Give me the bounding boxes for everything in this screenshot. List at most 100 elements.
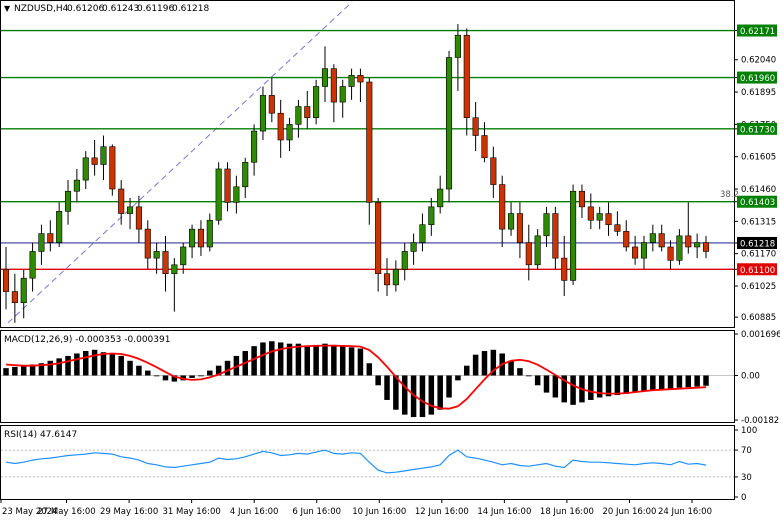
macd-histogram-bar xyxy=(375,375,381,386)
x-tick-label: 12 Jun 16:00 xyxy=(415,507,469,517)
macd-histogram-bar xyxy=(667,375,674,389)
macd-histogram-bar xyxy=(552,375,559,398)
rsi-y-tick-label: 30 xyxy=(741,473,752,483)
macd-histogram-bar xyxy=(304,346,311,376)
rsi-pane-frame xyxy=(0,425,735,500)
y-tick-label: 0.60885 xyxy=(741,313,776,323)
candle-body xyxy=(623,231,630,248)
macd-histogram-bar xyxy=(481,351,488,376)
macd-histogram-bar xyxy=(339,346,346,376)
candle-body xyxy=(632,246,639,259)
macd-histogram-bar xyxy=(401,375,408,415)
macd-histogram-bar xyxy=(56,358,62,376)
macd-histogram-bar xyxy=(632,375,638,393)
y-tick-label: 0.61895 xyxy=(741,88,776,98)
candle-body xyxy=(490,157,497,185)
chart-root: ▼ NZDUSD,H4 0.61206 0.61243 0.61196 0.61… xyxy=(0,0,780,517)
candle-body xyxy=(534,235,541,266)
macd-histogram-bar xyxy=(109,353,116,376)
candle-body xyxy=(295,106,302,125)
candle-body xyxy=(109,146,116,190)
candle-body xyxy=(578,190,585,208)
candle-body xyxy=(330,68,337,103)
level-price-label: 0.61730 xyxy=(740,125,775,135)
fib-label: 38.2 xyxy=(720,190,739,200)
candle-body xyxy=(153,251,160,259)
macd-histogram-bar xyxy=(313,344,319,376)
macd-histogram-bar xyxy=(641,375,647,392)
x-tick-label: 14 Jun 16:00 xyxy=(477,507,531,517)
candle-body xyxy=(304,106,311,118)
macd-histogram-bar xyxy=(472,354,479,376)
candle-body xyxy=(375,202,382,275)
level-price-label: 0.61100 xyxy=(740,266,775,276)
rsi-y-tick-label: 70 xyxy=(741,446,752,456)
macd-histogram-bar xyxy=(153,375,160,377)
macd-histogram-bar xyxy=(588,375,594,400)
candle-body xyxy=(419,224,426,243)
macd-histogram-bar xyxy=(251,346,257,376)
candle-body xyxy=(525,242,532,266)
rsi-y-tick-label: 100 xyxy=(741,426,757,436)
macd-histogram-bar xyxy=(650,375,656,391)
macd-histogram-bar xyxy=(428,375,435,415)
macd-histogram-bar xyxy=(534,375,541,386)
x-axis: 23 May 202427 May 16:00 29 May 16:00 31 Ma… xyxy=(0,499,712,517)
candle-body xyxy=(215,168,222,221)
candle-body xyxy=(91,157,98,165)
macd-histogram-bar xyxy=(623,375,629,394)
x-tick-label: 29 May 16:00 xyxy=(100,507,158,517)
header-open: 0.61206 xyxy=(67,4,104,14)
macd-histogram-bar xyxy=(517,368,523,376)
level-price-label: 0.62171 xyxy=(740,27,775,37)
candle-body xyxy=(357,75,364,83)
candle-body xyxy=(428,206,435,225)
candle-body xyxy=(508,213,515,230)
candle-body xyxy=(162,251,169,275)
macd-histogram-bar xyxy=(508,360,514,376)
macd-histogram-bar xyxy=(357,348,364,376)
candle-body xyxy=(383,273,391,286)
macd-histogram-bar xyxy=(570,375,576,405)
macd-histogram-bar xyxy=(685,375,692,388)
candle-body xyxy=(516,213,523,243)
candle-body xyxy=(614,224,621,232)
header-arrow-icon[interactable]: ▼ xyxy=(4,4,11,13)
x-tick-label: 10 Jun 16:00 xyxy=(352,507,406,517)
y-tick-label: 0.62040 xyxy=(741,56,776,66)
macd-histogram-bar xyxy=(366,363,373,376)
macd-histogram-bar xyxy=(543,375,550,393)
y-tick-label: 0.61460 xyxy=(741,185,776,195)
macd-histogram-bar xyxy=(47,360,54,376)
candle-body xyxy=(251,130,258,163)
candle-body xyxy=(135,206,142,230)
macd-histogram-bar xyxy=(393,375,399,410)
level-price-label: 0.61218 xyxy=(740,239,775,249)
candle-body xyxy=(587,206,594,221)
candle-body xyxy=(127,206,134,214)
candle-body xyxy=(47,233,54,243)
header-high: 0.61243 xyxy=(102,4,139,14)
macd-histogram-bar xyxy=(694,375,700,387)
candle-body xyxy=(667,246,674,261)
candle-body xyxy=(268,95,275,114)
candle-body xyxy=(543,213,550,237)
candle-body xyxy=(286,124,293,141)
macd-histogram-bar xyxy=(419,375,426,418)
candle-body xyxy=(313,86,320,118)
y-tick-label: 0.61025 xyxy=(741,282,776,292)
candle-body xyxy=(640,242,648,259)
macd-histogram-bar xyxy=(162,375,169,381)
macd-histogram-bar xyxy=(260,342,266,376)
candle-body xyxy=(676,235,683,261)
candle-body xyxy=(481,135,488,159)
candle-body xyxy=(197,228,204,248)
macd-histogram-bar xyxy=(658,375,665,391)
macd-histogram-bar xyxy=(91,349,98,376)
candle-body xyxy=(56,211,63,243)
macd-histogram-bar xyxy=(331,344,337,376)
macd-title: MACD(12,26,9) -0.000353 -0.000391 xyxy=(4,335,170,345)
x-tick-label: 18 Jun 16:00 xyxy=(540,507,594,517)
x-tick-label: 20 Jun 16:00 xyxy=(602,507,656,517)
candle-body xyxy=(685,235,692,248)
